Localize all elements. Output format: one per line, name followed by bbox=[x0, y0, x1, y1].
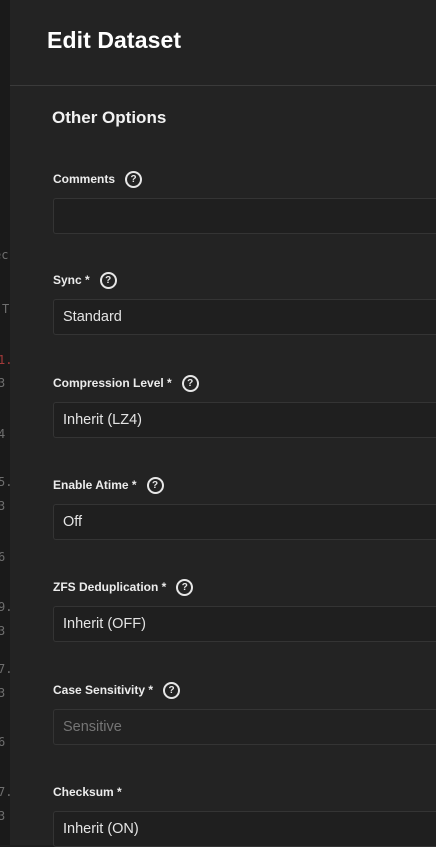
comments-label: Comments bbox=[53, 172, 116, 186]
zfs-deduplication-label: ZFS Deduplication * bbox=[53, 580, 167, 594]
compression-level-label: Compression Level * bbox=[53, 376, 172, 390]
help-icon[interactable]: ? bbox=[181, 374, 199, 392]
edit-dataset-panel: Edit Dataset Other Options Comments ? Sy… bbox=[10, 0, 436, 847]
compression-level-field: Compression Level * ? Inherit (LZ4) bbox=[53, 374, 436, 438]
help-icon[interactable]: ? bbox=[163, 681, 181, 699]
case-sensitivity-select: Sensitive bbox=[53, 709, 436, 745]
enable-atime-label: Enable Atime * bbox=[53, 478, 137, 492]
zfs-deduplication-select[interactable]: Inherit (OFF) bbox=[53, 606, 436, 642]
checksum-label: Checksum * bbox=[53, 785, 122, 799]
help-icon[interactable]: ? bbox=[125, 170, 143, 188]
checksum-field: Checksum * Inherit (ON) bbox=[53, 783, 436, 847]
case-sensitivity-label: Case Sensitivity * bbox=[53, 683, 154, 697]
compression-level-select[interactable]: Inherit (LZ4) bbox=[53, 402, 436, 438]
help-icon[interactable]: ? bbox=[176, 578, 194, 596]
help-icon[interactable]: ? bbox=[146, 476, 164, 494]
comments-field: Comments ? bbox=[53, 170, 436, 234]
enable-atime-select[interactable]: Off bbox=[53, 504, 436, 540]
sync-select[interactable]: Standard bbox=[53, 299, 436, 335]
comments-input[interactable] bbox=[53, 198, 436, 234]
panel-header: Edit Dataset bbox=[10, 0, 436, 86]
sync-field: Sync * ? Standard bbox=[53, 271, 436, 335]
enable-atime-field: Enable Atime * ? Off bbox=[53, 476, 436, 540]
checksum-select[interactable]: Inherit (ON) bbox=[53, 811, 436, 847]
sync-label: Sync * bbox=[53, 273, 90, 287]
help-icon[interactable]: ? bbox=[99, 271, 117, 289]
case-sensitivity-field: Case Sensitivity * ? Sensitive bbox=[53, 681, 436, 745]
section-title-other-options: Other Options bbox=[52, 108, 167, 127]
page-title: Edit Dataset bbox=[47, 27, 182, 53]
zfs-deduplication-field: ZFS Deduplication * ? Inherit (OFF) bbox=[53, 578, 436, 642]
